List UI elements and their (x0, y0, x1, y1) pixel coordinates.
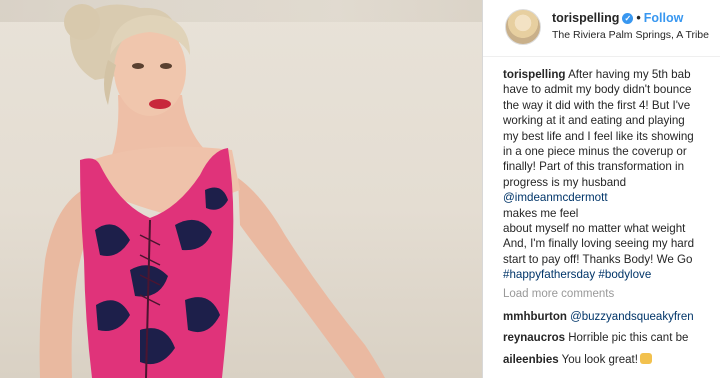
load-more-comments-button[interactable]: Load more comments (503, 288, 614, 300)
post-side-panel: torispelling ✓ • Follow The Riviera Palm Sp… (483, 0, 720, 378)
caption-line: finally! Part of this transformation in (503, 160, 685, 174)
post-photo[interactable] (0, 0, 482, 378)
caption-mention[interactable]: @imdeanmcdermott (503, 190, 720, 205)
verified-badge-icon: ✓ (622, 13, 634, 24)
post-header: torispelling ✓ • Follow The Riviera Palm Sp… (483, 0, 720, 57)
header-username[interactable]: torispelling (552, 11, 619, 25)
comment-text: Horrible pic this cant be (568, 332, 689, 344)
caption-line: the way it did with the first 4! But I'v… (503, 98, 691, 112)
comment-username[interactable]: aileenbies (503, 354, 559, 366)
location-link[interactable]: The Riviera Palm Springs, A Tribe (552, 29, 709, 41)
avatar[interactable] (505, 9, 541, 45)
hashtag-link[interactable]: #bodylove (598, 268, 651, 281)
caption-line: about myself no matter what weight (503, 222, 686, 236)
caption-line: progress is my husband (503, 175, 627, 189)
caption-line: start to pay off! Thanks Body! We Go (503, 252, 693, 266)
caption-line: my best life and I feel like its showing (503, 129, 694, 143)
caption-line: have to admit my body didn't bounce (503, 83, 692, 97)
separator-dot: • (636, 11, 641, 25)
comment-item: reynaucros Horrible pic this cant be (503, 332, 688, 344)
comment-item: aileenbies You look great! (503, 353, 652, 366)
comment-item: mmhburton @buzzyandsqueakyfren (503, 311, 694, 323)
header-user-row: torispelling ✓ • Follow (552, 11, 683, 25)
caption-line: And, I'm finally loving seeing my hard (503, 237, 695, 251)
caption-line: in a one piece minus the coverup or (503, 145, 687, 159)
comment-username[interactable]: mmhburton (503, 311, 567, 323)
hashtag-link[interactable]: #happyfathersday (503, 268, 595, 281)
emoji-icon (639, 353, 652, 364)
caption-line: makes me feel (503, 206, 579, 220)
woman-in-swimsuit-illustration (39, 4, 385, 378)
hashtag-line: #happyfathersday #bodylove (503, 267, 720, 282)
caption-line: working at it and eating and playing (503, 114, 685, 128)
comment-text[interactable]: @buzzyandsqueakyfren (570, 311, 694, 323)
caption-line: torispelling After having my 5th bab (503, 68, 691, 81)
comment-username[interactable]: reynaucros (503, 332, 565, 344)
post-caption: torispelling After having my 5th bab hav… (503, 67, 720, 283)
follow-button[interactable]: Follow (644, 11, 684, 25)
comment-text: You look great! (561, 354, 638, 366)
caption-username[interactable]: torispelling (503, 68, 565, 81)
